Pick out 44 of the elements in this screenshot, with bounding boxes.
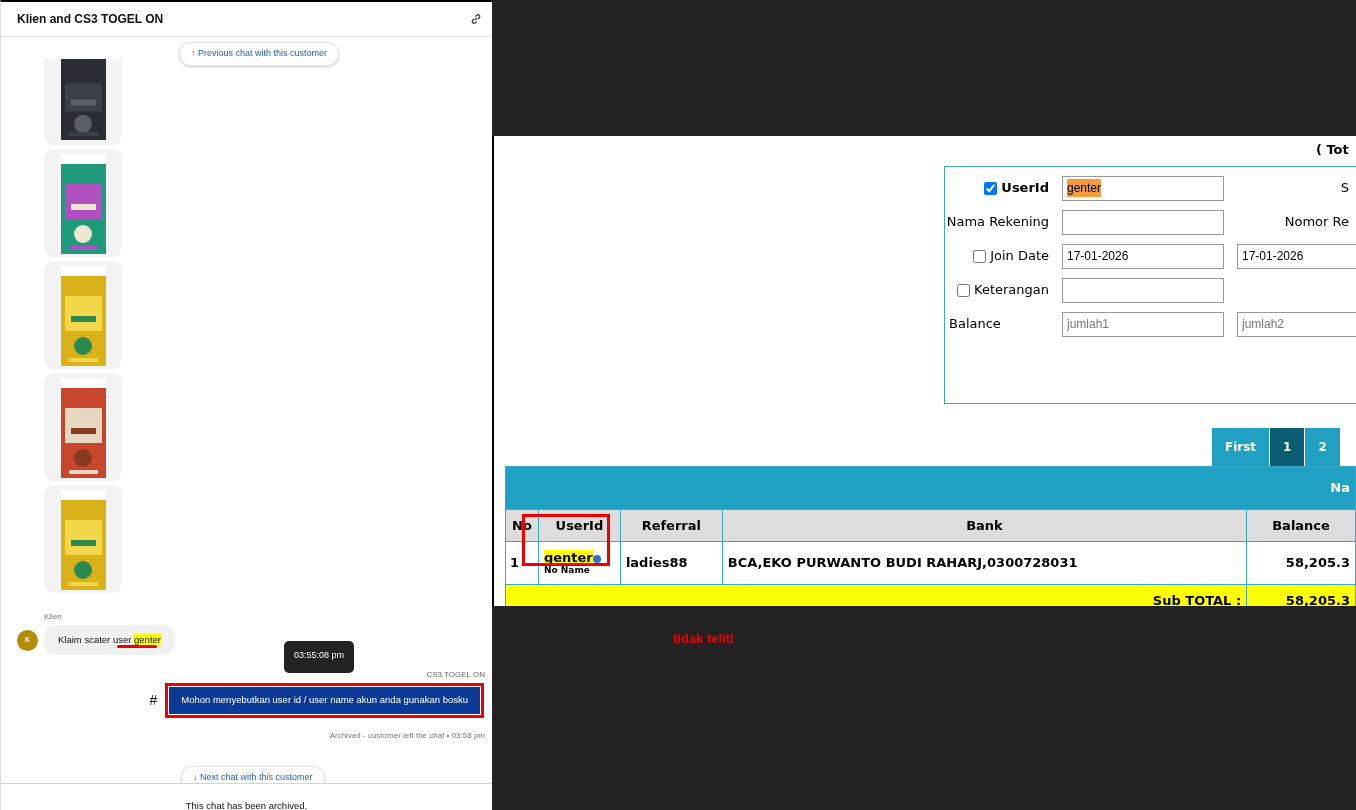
- tooltip: 03:55:08 pm: [284, 641, 355, 674]
- field-label: Keterangan: [974, 281, 1049, 300]
- input-field[interactable]: 17-01-2026: [1062, 243, 1224, 269]
- table-banner: Na: [505, 466, 1356, 510]
- column-header: Bank: [722, 509, 1247, 542]
- field-label: Balance: [949, 315, 1001, 334]
- message-bubble: Mohon menyebutkan user id / user name akun anda gunakan bosku: [169, 687, 480, 714]
- input-field[interactable]: 17-01-2026: [1237, 243, 1356, 269]
- input-field[interactable]: genter: [1062, 175, 1224, 201]
- column-header: Referral: [620, 509, 723, 542]
- info-icon[interactable]: [592, 554, 601, 563]
- input-field[interactable]: jumlah2: [1237, 311, 1356, 337]
- status-text: Archived - customer left the chat • 03:58 pm: [328, 729, 486, 742]
- table-cell: ladies88: [620, 541, 723, 585]
- table-cell: genter No Name: [538, 541, 621, 585]
- field-label: Nama Rekening: [946, 213, 1049, 232]
- archived-notice: This chat has been archived.: [185, 800, 308, 810]
- annotation-underline: [117, 645, 157, 648]
- previous-chat-button[interactable]: ↑ Previous chat with this customer: [179, 42, 340, 66]
- table-cell: 1: [505, 541, 539, 585]
- table-cell: 58,205.3: [1246, 541, 1356, 585]
- message-bubble: Klaim scater user genter: [44, 625, 175, 656]
- hash-mark: #: [149, 690, 158, 710]
- input-field[interactable]: jumlah1: [1062, 311, 1224, 337]
- column-header: Balance: [1246, 509, 1356, 542]
- next-chat-button[interactable]: ↓ Next chat with this customer: [181, 765, 325, 783]
- field-label: Nomor Re: [1284, 213, 1349, 232]
- chat-title: Klien and CS3 TOGEL ON: [17, 11, 164, 28]
- sender-name: Klien: [44, 611, 63, 623]
- input-field[interactable]: [1062, 277, 1224, 303]
- page-button[interactable]: 1: [1269, 428, 1305, 466]
- heading-text: ( Tot: [1316, 142, 1349, 157]
- field-label: Join Date: [990, 247, 1049, 266]
- sender-name: CS3 TOGEL ON: [425, 669, 486, 682]
- annotation-text: tidak teliti: [673, 630, 734, 648]
- checkbox[interactable]: [984, 181, 998, 195]
- table-cell: BCA,EKO PURWANTO BUDI RAHARJ,0300728031: [722, 541, 1247, 585]
- checkbox[interactable]: [957, 283, 970, 297]
- field-label: S: [1340, 179, 1349, 198]
- checkbox[interactable]: [973, 249, 987, 263]
- link-icon[interactable]: [470, 13, 482, 25]
- table-cell: Sub TOTAL :: [505, 584, 1247, 606]
- field-label: UserId: [1001, 179, 1049, 198]
- input-field[interactable]: [1062, 209, 1224, 235]
